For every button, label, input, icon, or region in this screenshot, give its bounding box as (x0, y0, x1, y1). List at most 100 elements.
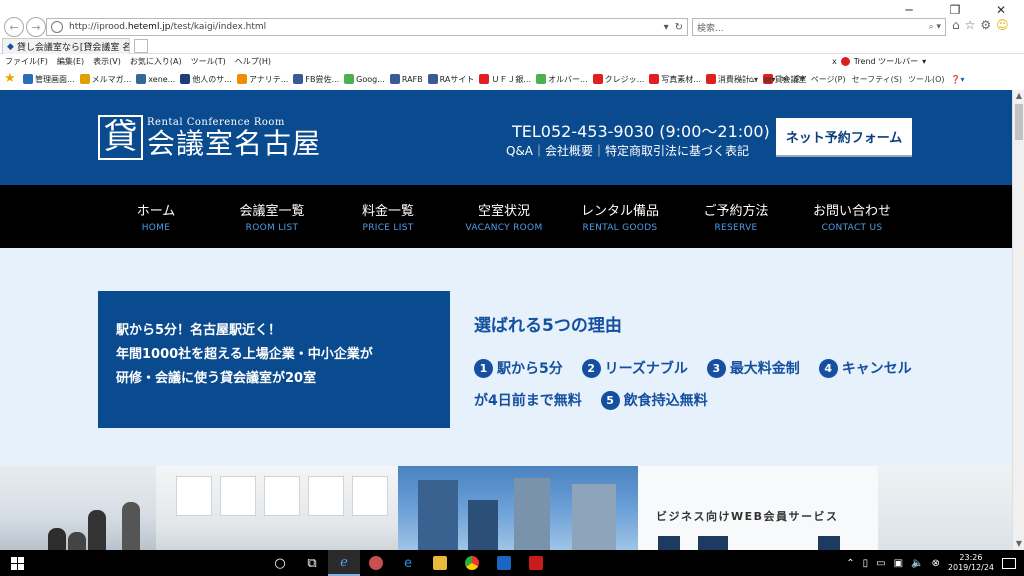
scroll-thumb[interactable] (1015, 104, 1023, 140)
minimize-button[interactable]: ─ (886, 0, 932, 20)
print-icon[interactable]: ⎙▾ (794, 74, 804, 84)
new-tab-button[interactable] (134, 39, 148, 53)
number-badge: 1 (474, 359, 493, 378)
favorite-item[interactable]: ＵＦＪ銀... (479, 74, 531, 85)
meeting-people-photo[interactable] (0, 466, 156, 550)
favorites-star-icon[interactable]: ★ (4, 72, 18, 86)
page-menu[interactable]: ページ(P) (811, 74, 846, 85)
menu-view[interactable]: 表示(V) (93, 56, 121, 67)
nav-room-list[interactable]: 会議室一覧 ROOM LIST (214, 185, 330, 248)
search-input[interactable]: 検索... ⌕ ▾ (692, 18, 946, 36)
favorite-item[interactable]: アナリテ... (236, 74, 288, 85)
favorite-item[interactable]: xene... (136, 74, 175, 84)
menu-edit[interactable]: 編集(E) (57, 56, 84, 67)
ime-icon[interactable]: ⊗ (932, 558, 940, 569)
reason-item: 2 リーズナブル (581, 359, 688, 378)
photo-banner-row: ビジネス向けWEB会員サービス (0, 466, 1012, 550)
site-logo[interactable]: 貸 Rental Conference Room 会議室名古屋 (98, 115, 321, 160)
close-window-button[interactable]: ✕ (978, 0, 1024, 20)
favorite-item[interactable]: クレジッ... (592, 74, 644, 85)
favorite-item[interactable]: メルマガ... (79, 74, 131, 85)
tray-chevron-icon[interactable]: ⌃ (846, 558, 854, 569)
bookmark-icon (427, 74, 438, 84)
trend-toolbar[interactable]: x Trend ツールバー ▾ (832, 54, 926, 68)
page-scrollbar[interactable]: ▲ ▼ (1012, 90, 1024, 550)
intro-line: 研修・会議に使う貸会議室が20室 (116, 371, 317, 386)
more-chevron-icon[interactable]: » (738, 75, 743, 84)
home-icon[interactable]: ⌂ (952, 18, 960, 32)
clock[interactable]: 23:26 2019/12/24 (948, 553, 994, 573)
taskbar-chrome-icon[interactable] (456, 550, 488, 576)
smiley-icon[interactable]: ☺ (996, 18, 1009, 32)
number-badge: 2 (581, 359, 601, 378)
menu-tools[interactable]: ツール(T) (191, 56, 226, 67)
windows-logo-icon (10, 556, 24, 570)
task-view-icon[interactable]: ⧉ (296, 550, 328, 576)
web-member-banner[interactable]: ビジネス向けWEB会員サービス (638, 466, 878, 550)
ie-page-icon (51, 21, 63, 33)
refresh-icon[interactable]: ↻ (675, 22, 683, 33)
favorite-item[interactable]: オルバー... (536, 74, 588, 85)
taskbar-folder-icon[interactable] (424, 550, 456, 576)
display-icon[interactable]: ▣ (894, 558, 903, 569)
favorites-star-icon[interactable]: ☆ (965, 18, 976, 32)
nagoya-buildings-photo[interactable] (398, 466, 638, 550)
favorite-item[interactable]: 管理画面... (23, 74, 75, 85)
favorite-item[interactable]: Goog... (344, 74, 385, 84)
notification-icon[interactable] (1002, 557, 1016, 569)
tools-menu[interactable]: ツール(O) (908, 74, 945, 85)
favorite-item[interactable]: 写真素材... (649, 74, 701, 85)
taskbar-ie-icon[interactable]: ℯ (328, 550, 360, 576)
network-icon[interactable]: ▭ (876, 558, 885, 569)
volume-icon[interactable]: 🔈 (911, 558, 923, 569)
favorite-item[interactable]: RAサイト (427, 74, 474, 85)
conference-room-photo[interactable] (156, 466, 398, 550)
taskbar-app-icon[interactable] (360, 550, 392, 576)
scroll-down-icon[interactable]: ▼ (1013, 538, 1024, 550)
taskbar-outlook-icon[interactable] (488, 550, 520, 576)
close-toolbar-icon[interactable]: x (832, 57, 837, 66)
favorite-item[interactable]: FB尝佐... (293, 74, 339, 85)
mail-icon[interactable]: ✉ (782, 75, 789, 84)
menu-favorites[interactable]: お気に入り(A) (130, 56, 182, 67)
logo-title: 会議室名古屋 (147, 127, 322, 160)
reserve-form-button[interactable]: ネット予約フォーム (776, 118, 912, 157)
rss-icon[interactable]: ▤▾ (764, 75, 776, 84)
home-icon[interactable]: ⌂▾ (749, 75, 758, 84)
bookmark-icon (79, 74, 90, 84)
favorite-item[interactable]: RAFB (389, 74, 423, 84)
nav-home[interactable]: ホーム HOME (98, 185, 214, 248)
bookmark-icon (479, 74, 490, 84)
nav-vacancy[interactable]: 空室状況 VACANCY ROOM (446, 185, 562, 248)
menu-file[interactable]: ファイル(F) (5, 56, 48, 67)
nav-reserve[interactable]: ご予約方法 RESERVE (678, 185, 794, 248)
favorite-item[interactable]: 他人のサ... (180, 74, 232, 85)
bookmark-icon (180, 74, 191, 84)
menu-help[interactable]: ヘルプ(H) (235, 56, 271, 67)
forward-button[interactable]: → (26, 17, 46, 37)
seminar-room-photo[interactable] (878, 466, 1012, 550)
tab-bar: ◆ 貸し会議室なら[貸会議室 名... × (0, 38, 1024, 54)
browser-toolbar-icons: ⌂ ☆ ⚙ ☺ (952, 18, 1009, 32)
nav-contact[interactable]: お問い合わせ CONTACT US (794, 185, 910, 248)
back-button[interactable]: ← (4, 17, 24, 37)
address-bar[interactable]: http://iprood.heteml.jp/test/kaigi/index… (46, 18, 688, 36)
help-icon[interactable]: ❓▾ (951, 75, 965, 84)
settings-gear-icon[interactable]: ⚙ (980, 18, 991, 32)
scroll-up-icon[interactable]: ▲ (1013, 90, 1024, 102)
nav-rental-goods[interactable]: レンタル備品 RENTAL GOODS (562, 185, 678, 248)
taskbar-app2-icon[interactable] (520, 550, 552, 576)
reasons-title: 選ばれる5つの理由 (474, 316, 622, 336)
taskbar-edge-icon[interactable]: e (392, 550, 424, 576)
battery-icon[interactable]: ▯ (863, 558, 869, 569)
search-icon[interactable]: ⌕ ▾ (929, 22, 941, 32)
maximize-button[interactable]: ❐ (932, 0, 978, 20)
start-button[interactable] (0, 550, 34, 576)
dropdown-icon[interactable]: ▾ (664, 22, 669, 33)
tab-active[interactable]: ◆ 貸し会議室なら[貸会議室 名... × (2, 38, 130, 54)
search-circle-icon[interactable]: ○ (264, 550, 296, 576)
header-links[interactable]: Q&A｜会社概要｜特定商取引法に基づく表記 (506, 142, 749, 159)
nav-price-list[interactable]: 料金一覧 PRICE LIST (330, 185, 446, 248)
safety-menu[interactable]: セーフティ(S) (852, 74, 902, 85)
page-viewport: 貸 Rental Conference Room 会議室名古屋 TEL052-4… (0, 90, 1012, 550)
